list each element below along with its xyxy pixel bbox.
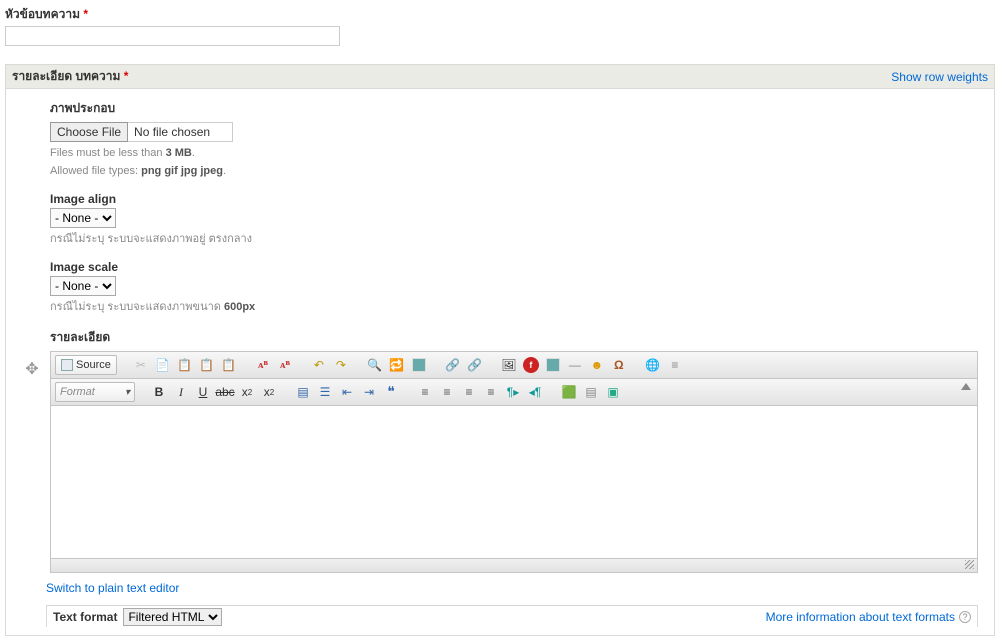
file-types-hint: Allowed file types: png gif jpg jpeg. (50, 164, 978, 178)
select-all-icon[interactable] (409, 355, 429, 375)
undo-icon[interactable]: ↶ (309, 355, 329, 375)
toolbar-collapse-icon[interactable] (961, 383, 971, 390)
paste-icon[interactable]: 📋 (175, 355, 195, 375)
imce-icon[interactable]: 🌐 (643, 355, 663, 375)
choose-file-button[interactable]: Choose File (50, 122, 128, 142)
editor-resize-handle[interactable] (51, 558, 977, 572)
align-right-icon[interactable]: ≡ (459, 382, 479, 402)
numbered-list-icon[interactable]: ▤ (293, 382, 313, 402)
info-icon: ? (959, 611, 971, 623)
image-icon[interactable]: 🖼 (499, 355, 519, 375)
remove-format-icon[interactable]: ▣ (603, 382, 623, 402)
copy-icon[interactable]: 📄 (153, 355, 173, 375)
image-scale-select[interactable]: - None - (50, 276, 116, 296)
replace-icon[interactable]: 🔁 (387, 355, 407, 375)
bulleted-list-icon[interactable]: ☰ (315, 382, 335, 402)
paste-text-icon[interactable]: 📋 (197, 355, 217, 375)
link-icon[interactable]: 🔗 (443, 355, 463, 375)
table-icon[interactable] (543, 355, 563, 375)
image-label: ภาพประกอบ (50, 99, 978, 118)
blockquote-icon[interactable]: ❝ (381, 382, 401, 402)
title-label: หัวข้อบทความ (5, 7, 80, 21)
paste-word-icon[interactable]: 📋 (219, 355, 239, 375)
align-justify-icon[interactable]: ≡ (481, 382, 501, 402)
hr-icon[interactable]: — (565, 355, 585, 375)
required-asterisk: * (83, 7, 88, 21)
image-align-hint: กรณีไม่ระบุ ระบบจะแสดงภาพอยู่ ตรงกลาง (50, 232, 978, 246)
image-scale-label: Image scale (50, 260, 978, 274)
underline-icon[interactable]: U (193, 382, 213, 402)
redo-icon[interactable]: ↷ (331, 355, 351, 375)
ltr-icon[interactable]: ¶▸ (503, 382, 523, 402)
outdent-icon[interactable]: ⇤ (337, 382, 357, 402)
spellcheck-icon[interactable]: ᴀᴮ (253, 355, 273, 375)
drag-handle-icon[interactable]: ✥ (25, 359, 38, 379)
smiley-icon[interactable]: ☻ (587, 355, 607, 375)
text-color-icon[interactable]: 🟩 (559, 382, 579, 402)
file-chosen-text: No file chosen (128, 122, 233, 142)
align-left-icon[interactable]: ≡ (415, 382, 435, 402)
source-icon (61, 359, 73, 371)
detail-section-label: รายละเอียด บทความ (12, 69, 120, 83)
teaser-break-icon[interactable]: ≡ (665, 355, 685, 375)
find-icon[interactable]: 🔍 (365, 355, 385, 375)
title-input[interactable] (5, 26, 340, 46)
text-format-label: Text format (53, 610, 117, 624)
cut-icon[interactable]: ✂ (131, 355, 151, 375)
superscript-icon[interactable]: x2 (259, 382, 279, 402)
format-select[interactable]: Format (55, 382, 135, 402)
indent-icon[interactable]: ⇥ (359, 382, 379, 402)
flash-icon[interactable]: f (523, 357, 539, 373)
text-format-select[interactable]: Filtered HTML (123, 608, 222, 626)
show-blocks-icon[interactable]: ▤ (581, 382, 601, 402)
switch-plain-text-link[interactable]: Switch to plain text editor (46, 581, 179, 595)
bold-icon[interactable]: B (149, 382, 169, 402)
subscript-icon[interactable]: x2 (237, 382, 257, 402)
rtl-icon[interactable]: ◂¶ (525, 382, 545, 402)
special-char-icon[interactable]: Ω (609, 355, 629, 375)
editor-textarea[interactable] (51, 406, 977, 558)
body-label: รายละเอียด (50, 328, 978, 347)
italic-icon[interactable]: I (171, 382, 191, 402)
image-scale-hint: กรณีไม่ระบุ ระบบจะแสดงภาพขนาด 600px (50, 300, 978, 314)
align-center-icon[interactable]: ≡ (437, 382, 457, 402)
spellcheck-as-you-type-icon[interactable]: ᴀᴮ (275, 355, 295, 375)
image-align-label: Image align (50, 192, 978, 206)
source-button[interactable]: Source (55, 355, 117, 375)
image-align-select[interactable]: - None - (50, 208, 116, 228)
strike-icon[interactable]: abc (215, 382, 235, 402)
required-asterisk: * (124, 69, 129, 83)
more-info-text-formats-link[interactable]: More information about text formats (766, 610, 955, 624)
show-row-weights-link[interactable]: Show row weights (891, 70, 988, 84)
file-size-hint: Files must be less than 3 MB. (50, 146, 978, 160)
unlink-icon[interactable]: 🔗 (465, 355, 485, 375)
